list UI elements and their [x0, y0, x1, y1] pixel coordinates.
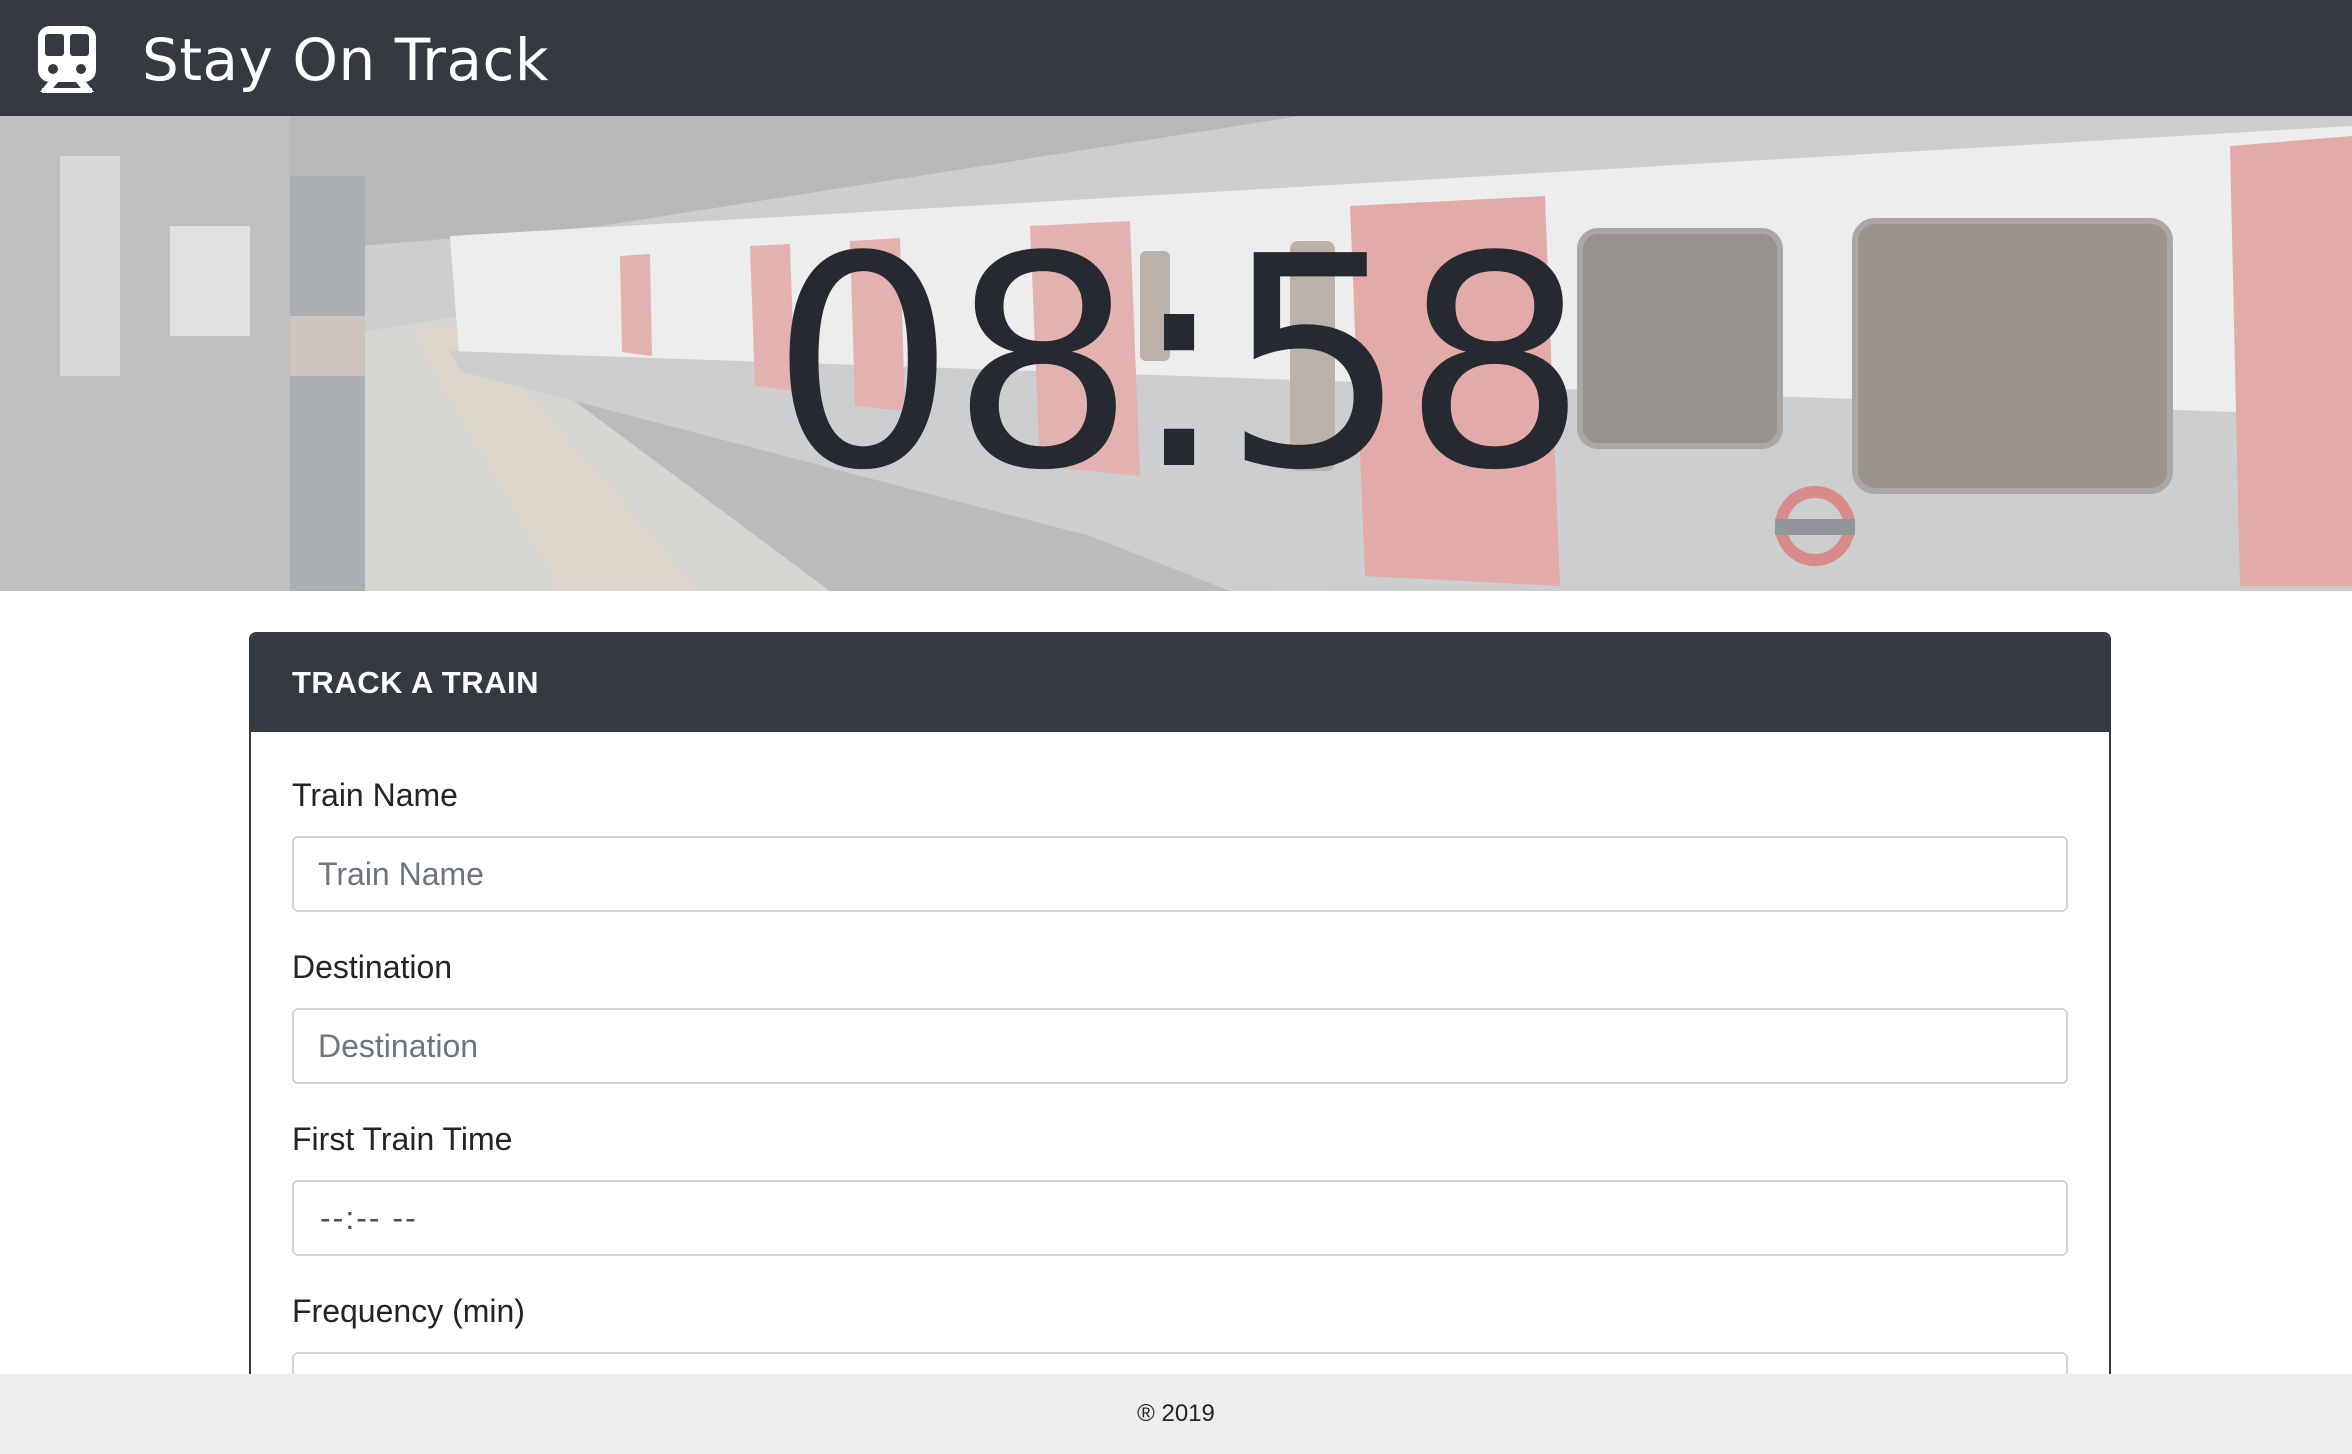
destination-label: Destination [292, 949, 453, 985]
brand-title[interactable]: Stay On Track [142, 26, 549, 94]
frequency-label: Frequency (min) [292, 1293, 525, 1329]
subway-train-icon [38, 26, 96, 93]
navbar: Stay On Track [0, 0, 2352, 116]
train-name-input[interactable] [292, 836, 2068, 912]
track-train-card: TRACK A TRAIN Train Name Destination Fir… [249, 632, 2111, 1396]
first-train-time-group: First Train Time --:-- -- [292, 1116, 2068, 1256]
destination-group: Destination [292, 944, 2068, 1084]
footer: ® 2019 [0, 1374, 2352, 1454]
train-name-group: Train Name [292, 772, 2068, 912]
hero-banner: 08:58 [0, 116, 2352, 591]
copyright-text: ® 2019 [1137, 1400, 1215, 1427]
first-train-time-input[interactable]: --:-- -- [292, 1180, 2068, 1256]
first-train-time-label: First Train Time [292, 1121, 513, 1157]
train-name-label: Train Name [292, 777, 458, 813]
current-time-clock: 08:58 [770, 194, 1588, 534]
card-header: TRACK A TRAIN [251, 634, 2109, 732]
destination-input[interactable] [292, 1008, 2068, 1084]
